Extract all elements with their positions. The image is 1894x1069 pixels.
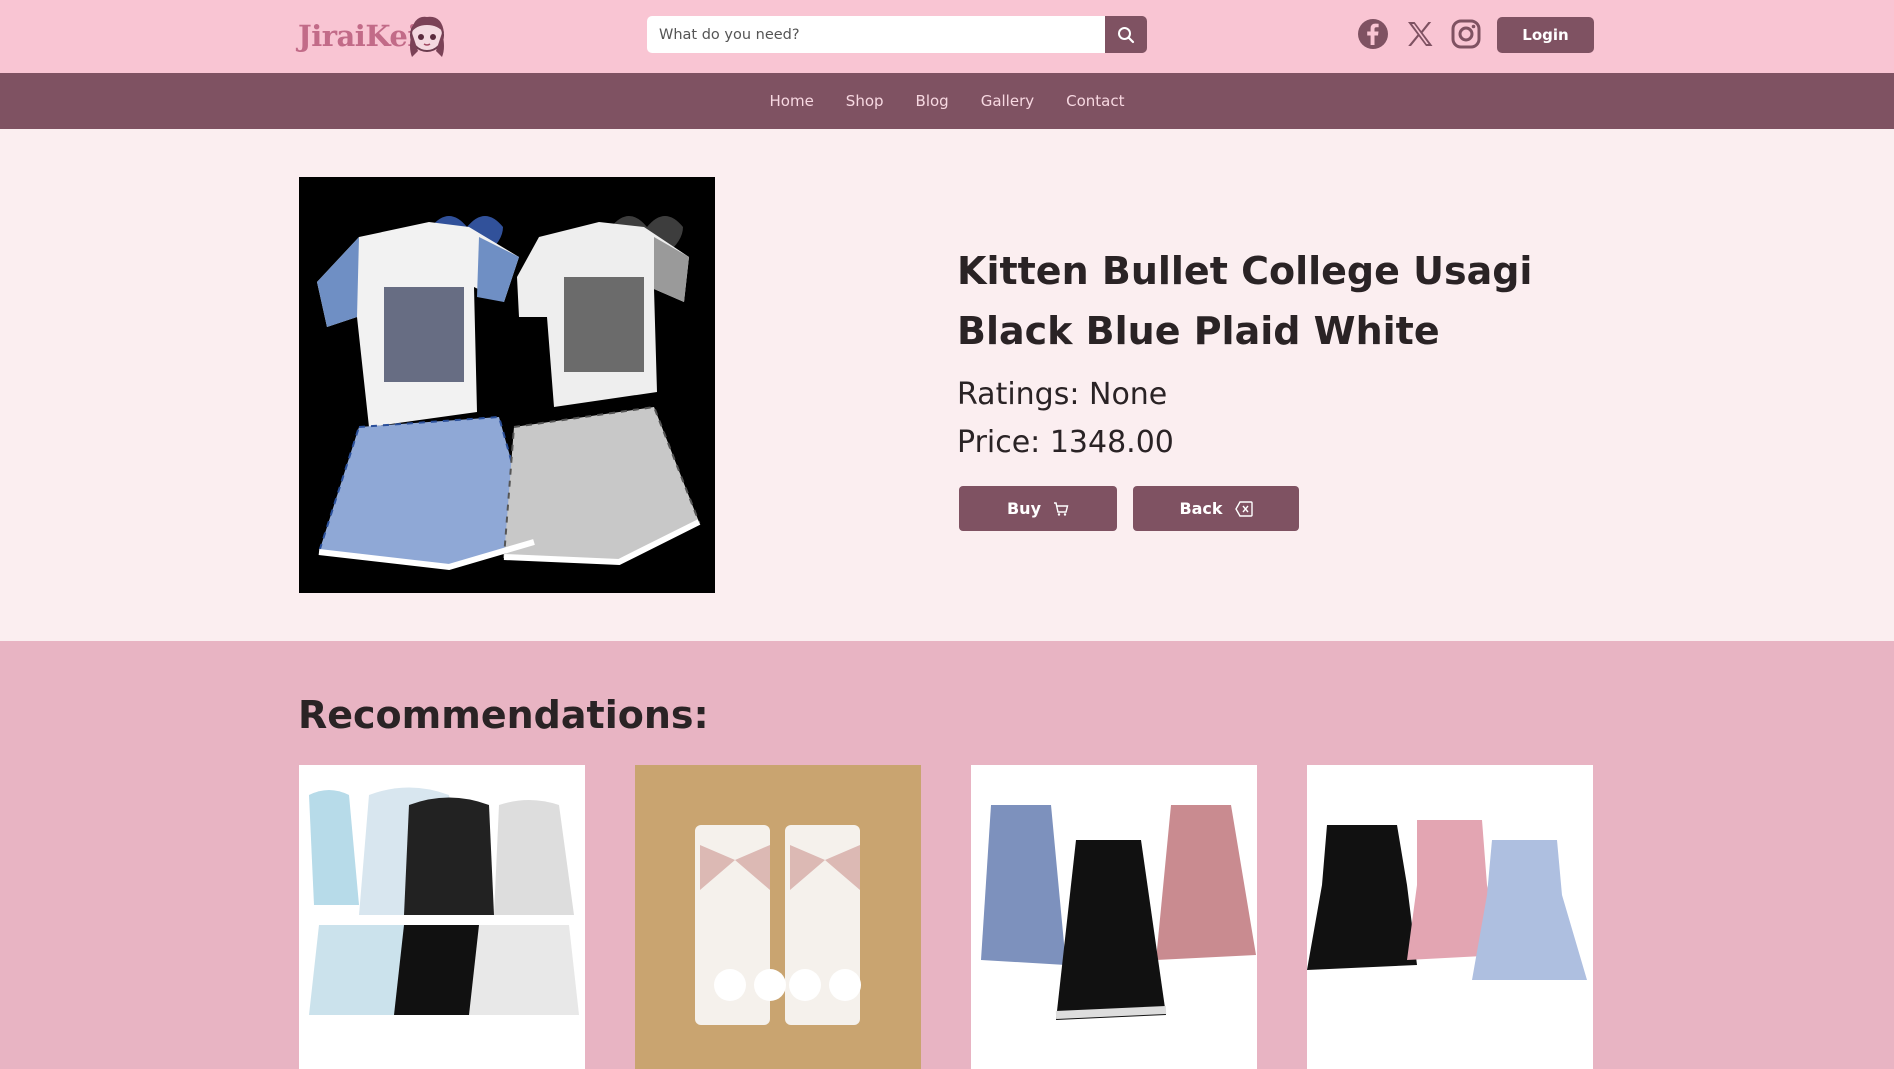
search-icon	[1118, 26, 1135, 43]
facebook-icon[interactable]	[1355, 16, 1391, 52]
back-x-icon	[1234, 500, 1253, 517]
nav-item-shop[interactable]: Shop	[846, 92, 884, 110]
header: JiraiKei What do you need? Login	[0, 0, 1894, 73]
buy-button[interactable]: Buy	[959, 486, 1117, 531]
product-rating: Ratings: None	[957, 377, 1168, 412]
search-bar	[647, 16, 1147, 53]
recommendation-card-2[interactable]	[635, 765, 921, 1069]
logo-text: JiraiKei	[298, 19, 418, 53]
product-section: Kitten Bullet College Usagi Black Blue P…	[0, 129, 1894, 641]
x-twitter-icon[interactable]	[1402, 16, 1438, 52]
main-nav: Home Shop Blog Gallery Contact	[0, 73, 1894, 129]
nav-item-blog[interactable]: Blog	[916, 92, 949, 110]
search-button[interactable]	[1105, 16, 1147, 53]
site-logo[interactable]: JiraiKei	[298, 8, 452, 64]
nav-item-contact[interactable]: Contact	[1066, 92, 1124, 110]
buy-label: Buy	[1006, 499, 1041, 518]
logo-mascot-icon	[409, 16, 444, 57]
login-button[interactable]: Login	[1497, 17, 1594, 53]
recommendation-card-1[interactable]	[299, 765, 585, 1069]
nav-item-home[interactable]: Home	[770, 92, 814, 110]
search-input[interactable]	[647, 16, 1105, 53]
back-button[interactable]: Back	[1133, 486, 1299, 531]
recommendations-title: Recommendations:	[298, 693, 709, 737]
cart-icon	[1054, 501, 1069, 516]
product-price: Price: 1348.00	[957, 425, 1174, 460]
back-label: Back	[1179, 499, 1223, 518]
instagram-icon[interactable]	[1448, 16, 1484, 52]
product-image	[299, 177, 715, 593]
nav-item-gallery[interactable]: Gallery	[981, 92, 1034, 110]
recommendation-card-3[interactable]	[971, 765, 1257, 1069]
recommendation-card-4[interactable]	[1307, 765, 1593, 1069]
product-title: Kitten Bullet College Usagi Black Blue P…	[957, 249, 1533, 353]
